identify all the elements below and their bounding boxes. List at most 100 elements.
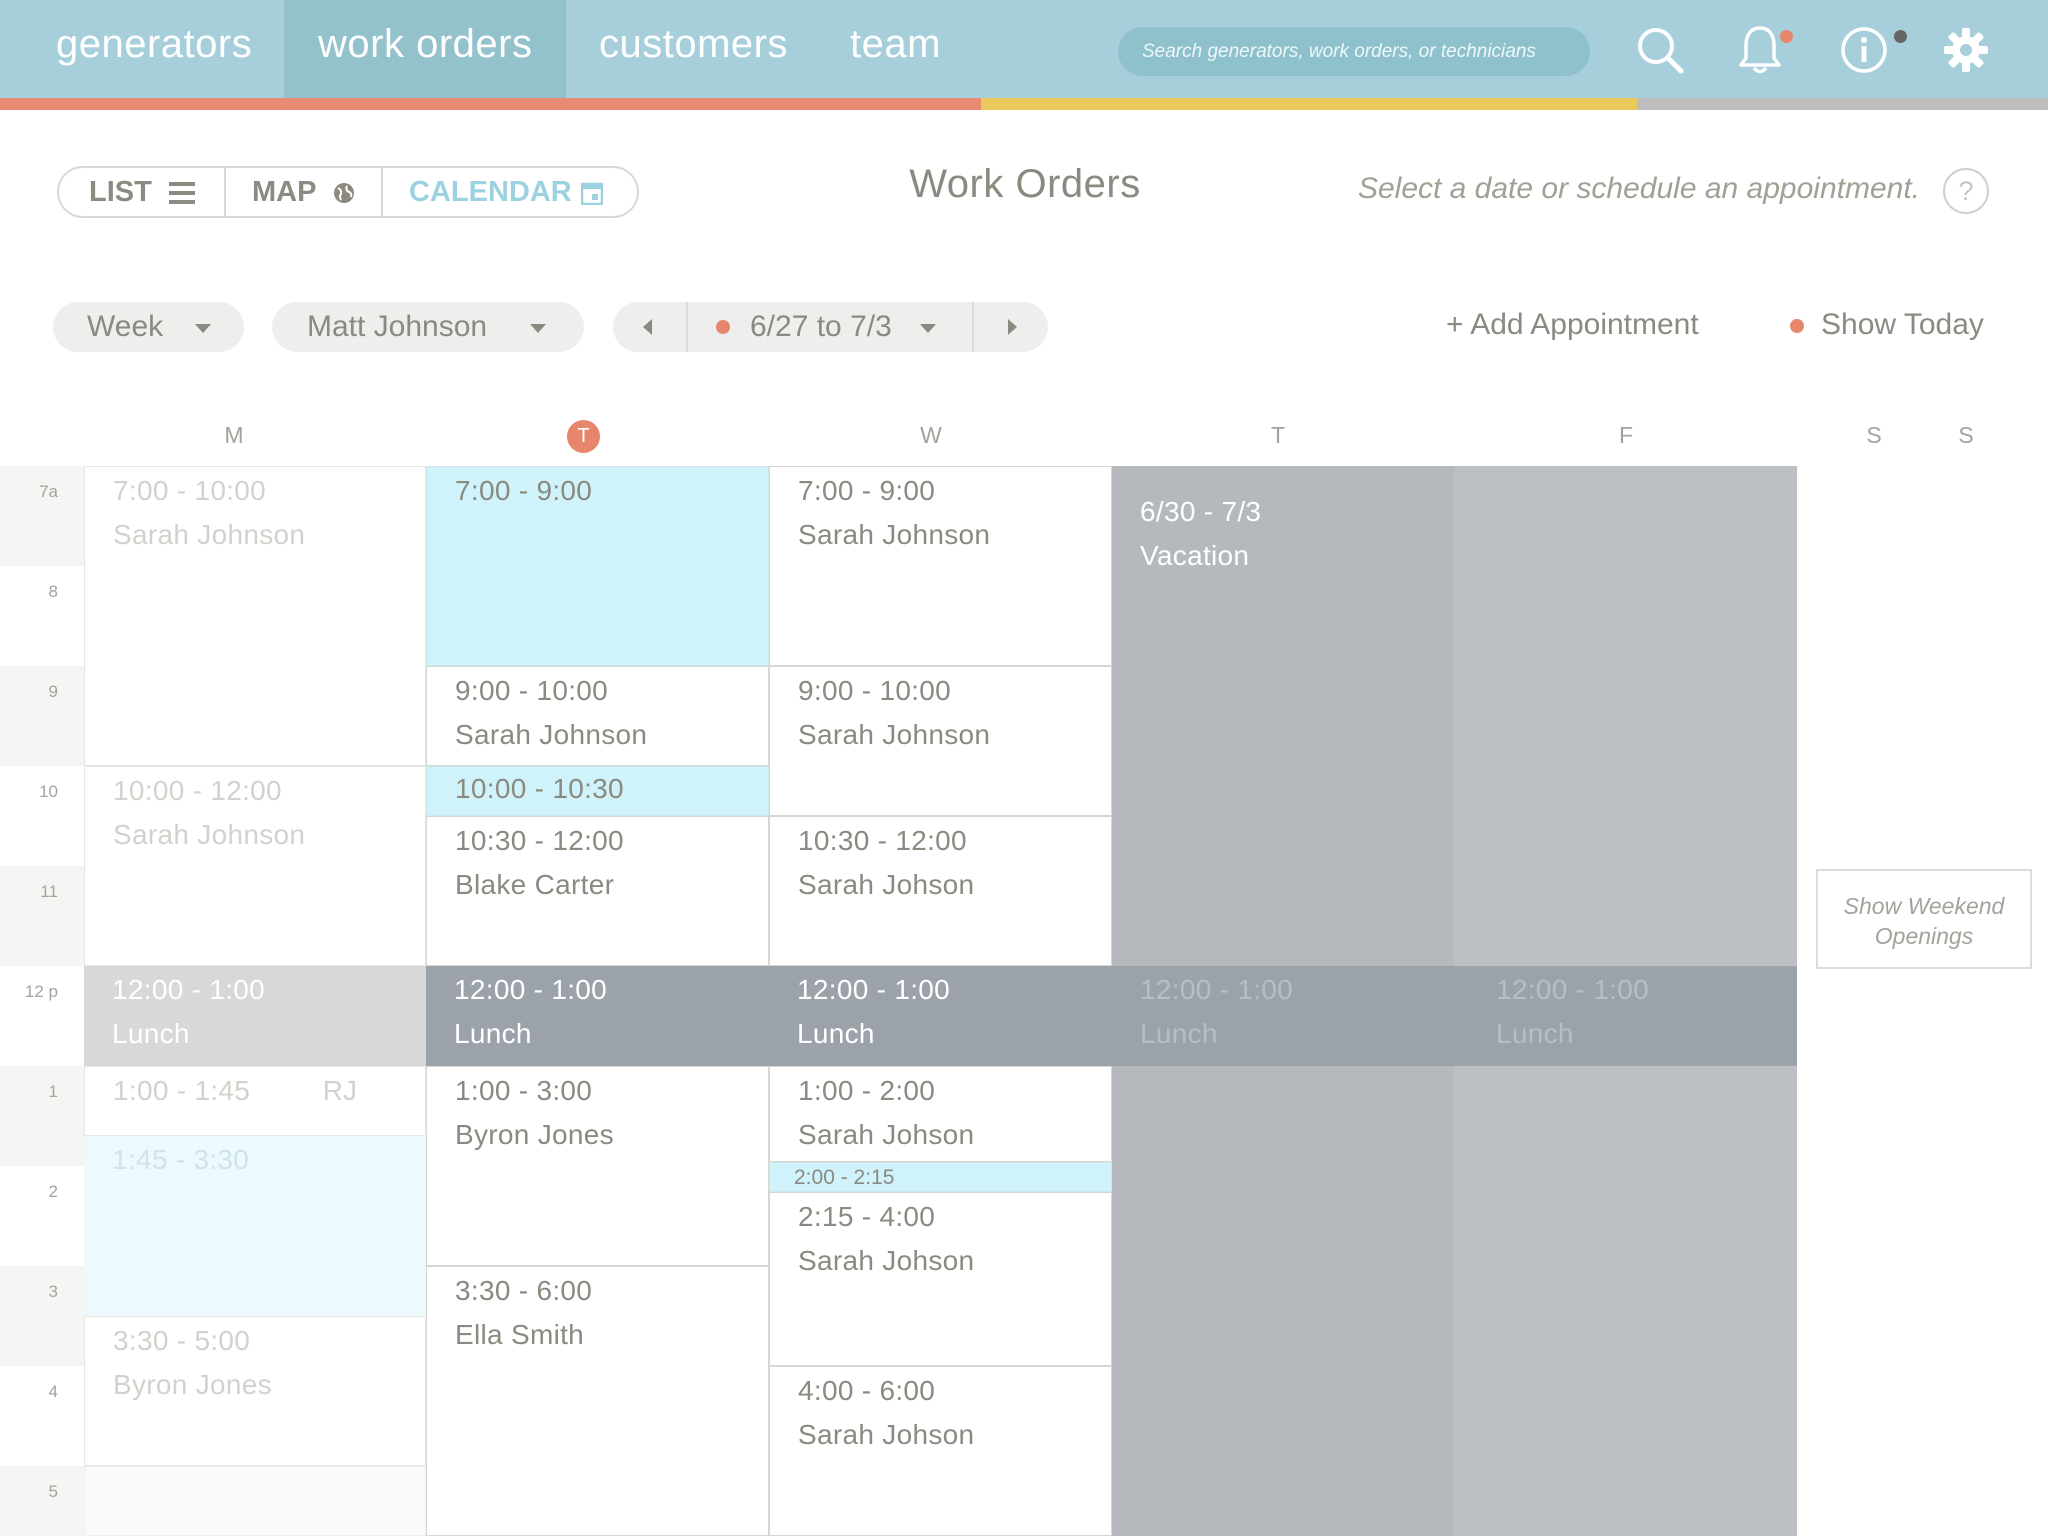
appointment-block[interactable]: 9:00 - 10:00 Sarah Johnson — [769, 666, 1112, 816]
map-view-button[interactable]: MAP — [252, 168, 354, 216]
appointment-customer: Sarah Johnson — [113, 819, 306, 850]
technician-value: Matt Johnson — [307, 310, 488, 343]
nav-team[interactable]: team — [850, 0, 941, 98]
appointment-block[interactable]: 10:00 - 12:00 Sarah Johnson — [84, 766, 426, 966]
appointment-label: Lunch — [1140, 1018, 1218, 1049]
calendar-view-button[interactable]: CALENDAR — [409, 168, 603, 216]
view-divider — [224, 168, 226, 216]
appointment-block[interactable]: 10:30 - 12:00 Sarah Johson — [769, 816, 1112, 966]
appointment-label: Lunch — [112, 1018, 190, 1049]
appointment-block[interactable]: 1:00 - 3:00 Byron Jones — [426, 1066, 769, 1266]
progress-stripe-gray — [1637, 98, 2048, 110]
nav-work-orders[interactable]: work orders — [284, 0, 566, 98]
appointment-customer: Ella Smith — [455, 1319, 585, 1350]
technician-initials: RJ — [322, 1075, 357, 1106]
appointment-block[interactable]: 7:00 - 9:00 Sarah Johnson — [769, 466, 1112, 666]
appointment-label: Lunch — [1496, 1018, 1574, 1049]
hour-label: 11 — [40, 882, 58, 901]
add-appointment-button[interactable]: + Add Appointment — [1446, 308, 1699, 342]
hour-band — [0, 466, 84, 566]
lunch-block: 12:00 - 1:00 Lunch — [1112, 966, 1454, 1066]
range-dropdown[interactable]: Week — [53, 302, 244, 352]
list-view-label: LIST — [89, 176, 152, 208]
search-input[interactable]: Search generators, work orders, or techn… — [1118, 27, 1590, 76]
chevron-left-icon — [643, 319, 652, 335]
open-slot[interactable]: 7:00 - 9:00 — [426, 466, 769, 666]
hour-label: 12 p — [24, 982, 58, 1001]
appointment-block[interactable]: 9:00 - 10:00 Sarah Johnson — [426, 666, 769, 766]
vacation-block[interactable]: 6/30 - 7/3 Vacation — [1112, 466, 1454, 666]
appointment-block[interactable]: 3:30 - 6:00 Ella Smith — [426, 1266, 769, 1536]
calendar-icon — [581, 182, 603, 205]
open-slot[interactable]: 10:00 - 10:30 — [426, 766, 769, 816]
lunch-block: 12:00 - 1:00 Lunch — [1454, 966, 1797, 1066]
appointment-block[interactable]: 1:00 - 1:45 RJ — [84, 1066, 426, 1136]
time-gutter: 7a 8 9 10 11 12 p 1 2 3 4 5 — [0, 466, 84, 1536]
appointment-customer: Sarah Johnson — [798, 719, 991, 750]
progress-stripe-yellow — [981, 98, 1637, 110]
appointment-block[interactable]: 7:00 - 10:00 Sarah Johnson — [84, 466, 426, 766]
lunch-block[interactable]: 12:00 - 1:00 Lunch — [426, 966, 769, 1066]
day-header-tuesday-today[interactable]: T — [567, 420, 600, 453]
appointment-customer: Sarah Johnson — [113, 519, 306, 550]
wednesday-column: 7:00 - 9:00 Sarah Johnson 9:00 - 10:00 S… — [769, 466, 1112, 1536]
hour-label: 4 — [48, 1382, 58, 1401]
appointment-customer: Byron Jones — [113, 1369, 272, 1400]
appointment-customer: Sarah Johnson — [455, 719, 648, 750]
appointment-block[interactable]: 4:00 - 6:00 Sarah Johson — [769, 1366, 1112, 1536]
nav-generators[interactable]: generators — [56, 0, 252, 98]
hour-label: 2 — [48, 1182, 58, 1201]
day-header-friday: F — [1618, 422, 1634, 448]
date-range-value: 6/27 to 7/3 — [750, 310, 892, 343]
gear-icon[interactable] — [1936, 20, 1996, 80]
open-slot[interactable]: 1:45 - 3:30 — [84, 1136, 426, 1316]
monday-column: 7:00 - 10:00 Sarah Johnson 10:00 - 12:00… — [84, 466, 426, 1536]
info-icon[interactable] — [1834, 20, 1894, 80]
vacation-label: Vacation — [1140, 540, 1250, 571]
bell-icon[interactable] — [1730, 20, 1790, 80]
appointment-label: Lunch — [454, 1018, 532, 1049]
list-view-button[interactable]: LIST — [89, 168, 195, 216]
previous-week-button[interactable] — [613, 302, 686, 352]
appointment-time: 12:00 - 1:00 — [1140, 974, 1294, 1005]
appointment-time: 12:00 - 1:00 — [454, 974, 608, 1005]
hour-label: 5 — [48, 1482, 58, 1501]
appointment-time: 1:45 - 3:30 — [112, 1144, 250, 1175]
appointment-block[interactable]: 3:30 - 5:00 Byron Jones — [84, 1316, 426, 1466]
appointment-time: 2:00 - 2:15 — [794, 1166, 895, 1189]
appointment-customer: Sarah Johson — [798, 1245, 975, 1276]
instruction-text: Select a date or schedule an appointment… — [1357, 172, 1920, 205]
appointment-block[interactable]: 10:30 - 12:00 Blake Carter — [426, 816, 769, 966]
appointment-time: 4:00 - 6:00 — [798, 1375, 936, 1406]
appointment-label: Lunch — [797, 1018, 875, 1049]
hour-band — [0, 666, 84, 766]
lunch-block[interactable]: 12:00 - 1:00 Lunch — [769, 966, 1112, 1066]
today-indicator-dot — [1790, 319, 1804, 333]
view-divider — [381, 168, 383, 216]
show-weekend-openings-button[interactable]: Show Weekend Openings — [1816, 869, 2032, 969]
appointment-time: 12:00 - 1:00 — [112, 974, 266, 1005]
search-icon[interactable] — [1631, 20, 1691, 80]
appointment-time: 1:00 - 2:00 — [798, 1075, 936, 1106]
appointment-block[interactable]: 2:15 - 4:00 Sarah Johson — [769, 1192, 1112, 1366]
technician-dropdown[interactable]: Matt Johnson — [272, 302, 584, 352]
vacation-dates: 6/30 - 7/3 — [1140, 496, 1262, 527]
appointment-customer: Sarah Johson — [798, 1419, 975, 1450]
appointment-time: 10:30 - 12:00 — [798, 825, 967, 856]
hour-label: 3 — [48, 1282, 58, 1301]
appointment-block[interactable]: 1:00 - 2:00 Sarah Johson — [769, 1066, 1112, 1162]
lunch-block[interactable]: 12:00 - 1:00 Lunch — [84, 966, 426, 1066]
date-range-dropdown[interactable]: 6/27 to 7/3 — [688, 302, 972, 352]
open-slot[interactable]: 2:00 - 2:15 — [769, 1162, 1112, 1192]
next-week-button[interactable] — [974, 302, 1048, 352]
empty-slot[interactable] — [84, 1466, 426, 1536]
calendar-view-label: CALENDAR — [409, 176, 572, 208]
hour-label: 1 — [48, 1082, 58, 1101]
appointment-time: 10:00 - 10:30 — [455, 773, 624, 804]
help-button[interactable]: ? — [1943, 168, 1989, 214]
friday-column: 12:00 - 1:00 Lunch — [1454, 466, 1797, 1536]
chevron-down-icon — [920, 324, 936, 333]
day-header-thursday: T — [1270, 422, 1286, 448]
nav-customers[interactable]: customers — [599, 0, 788, 98]
show-today-button[interactable]: Show Today — [1821, 308, 1984, 342]
